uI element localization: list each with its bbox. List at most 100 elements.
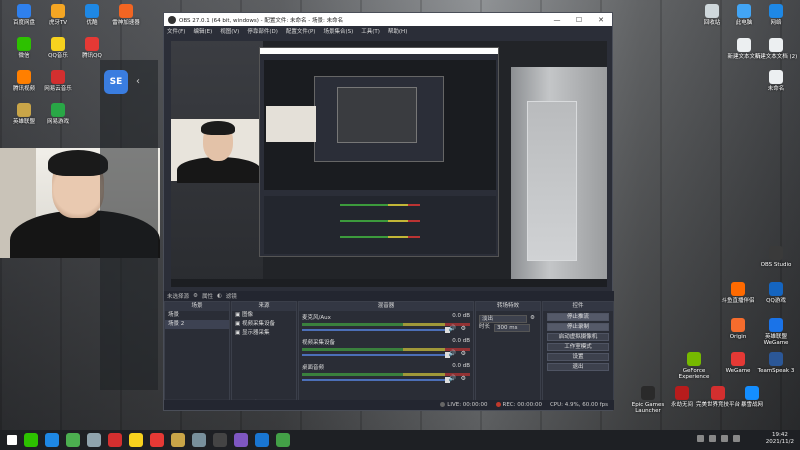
app-purple-icon[interactable] bbox=[234, 433, 248, 447]
app-green-icon[interactable] bbox=[276, 433, 290, 447]
properties-button[interactable]: 属性 bbox=[202, 292, 213, 300]
speaker-icon[interactable]: 🔊 bbox=[449, 375, 456, 382]
start-icon[interactable] bbox=[7, 435, 17, 445]
desktop-icon[interactable]: OBS Studio bbox=[754, 246, 798, 268]
gear-icon[interactable]: ⚙ bbox=[193, 293, 198, 299]
gear-icon[interactable]: ⚙ bbox=[530, 314, 535, 323]
app-badge-icon[interactable]: SE bbox=[104, 70, 128, 94]
app-icon bbox=[769, 70, 783, 84]
steam-2-icon[interactable] bbox=[192, 433, 206, 447]
source-item[interactable]: ▣ 视频采集设备 bbox=[232, 320, 296, 329]
virtual-camera-button[interactable]: 启动虚拟摄像机 bbox=[547, 333, 609, 341]
speaker-icon[interactable]: 🔊 bbox=[449, 350, 456, 357]
preview-webcam bbox=[171, 119, 261, 183]
app-icon bbox=[769, 38, 783, 52]
menu-edit[interactable]: 编辑(E) bbox=[193, 27, 212, 35]
desktop-icon[interactable]: 网易游戏 bbox=[36, 103, 80, 125]
gear-icon[interactable]: ⚙ bbox=[461, 350, 466, 357]
menu-file[interactable]: 文件(F) bbox=[167, 27, 185, 35]
transition-select[interactable]: 淡出 bbox=[479, 314, 527, 323]
settings-button[interactable]: 设置 bbox=[547, 353, 609, 361]
filters-button[interactable]: 滤镜 bbox=[226, 292, 237, 300]
netease-music-icon[interactable] bbox=[108, 433, 122, 447]
gear-icon[interactable]: ⚙ bbox=[461, 325, 466, 332]
clock[interactable]: 19:42 2021/11/2 bbox=[766, 432, 794, 446]
qq-icon[interactable] bbox=[45, 433, 59, 447]
mixer-channel: 麦克风/Aux 0.0 dB 🔊 ⚙ bbox=[299, 311, 473, 336]
scenes-header: 场景 bbox=[165, 302, 229, 311]
desktop-icon[interactable]: QQ游戏 bbox=[754, 282, 798, 304]
chevron-left-icon[interactable]: ‹ bbox=[136, 76, 140, 87]
menu-help[interactable]: 帮助(H) bbox=[388, 27, 407, 35]
volume-slider[interactable] bbox=[302, 377, 450, 383]
menu-profile[interactable]: 配置文件(P) bbox=[286, 27, 316, 35]
duration-input[interactable]: 300 ms bbox=[494, 323, 531, 332]
obs-preview[interactable] bbox=[171, 41, 607, 287]
filter-icon[interactable]: ◐ bbox=[217, 293, 222, 299]
controls-header: 控件 bbox=[543, 302, 613, 311]
app-icon bbox=[675, 386, 689, 400]
minimize-button[interactable]: — bbox=[546, 16, 568, 24]
desktop-icon[interactable]: 新建文本文档 (2) bbox=[754, 38, 798, 60]
app-icon bbox=[769, 246, 783, 260]
menu-scene-collection[interactable]: 场景集合(S) bbox=[323, 27, 353, 35]
obs-logo-icon bbox=[168, 15, 176, 24]
desktop-icon[interactable]: 雷神加速器 bbox=[104, 4, 148, 26]
desktop-icon[interactable]: 网络 bbox=[754, 4, 798, 26]
menu-view[interactable]: 视图(V) bbox=[220, 27, 239, 35]
app-icon bbox=[51, 103, 65, 117]
app-icon bbox=[119, 4, 133, 18]
desktop-icon[interactable]: 暴雪战网 bbox=[730, 386, 774, 408]
image-icon: ▣ bbox=[235, 312, 242, 318]
volume-slider[interactable] bbox=[302, 352, 450, 358]
system-tray[interactable] bbox=[697, 435, 740, 442]
exit-button[interactable]: 退出 bbox=[547, 363, 609, 371]
source-item[interactable]: ▣ 显示器采集 bbox=[232, 329, 296, 338]
desktop-icon[interactable]: 未命名 bbox=[754, 70, 798, 92]
studio-mode-button[interactable]: 工作室模式 bbox=[547, 343, 609, 351]
monitor-icon: ▣ bbox=[235, 330, 242, 336]
app-icon bbox=[711, 386, 725, 400]
preview-nested-obs bbox=[259, 47, 499, 257]
menu-docks[interactable]: 停靠部件(D) bbox=[247, 27, 278, 35]
speaker-icon[interactable]: 🔊 bbox=[449, 325, 456, 332]
obs-titlebar: OBS 27.0.1 (64 bit, windows) - 配置文件: 未命名… bbox=[164, 13, 612, 26]
desktop-icon[interactable]: GeForce Experience bbox=[672, 352, 716, 381]
app-icon bbox=[85, 4, 99, 18]
channel-name: 视频采集设备 bbox=[302, 340, 336, 346]
desktop-icon[interactable]: 网易云音乐 bbox=[36, 70, 80, 92]
source-toolbar: 未选择源 ⚙ 属性 ◐ 滤镜 bbox=[164, 291, 614, 301]
stop-recording-button[interactable]: 停止录制 bbox=[547, 323, 609, 331]
desktop-icon[interactable]: TeamSpeak 3 bbox=[754, 352, 798, 374]
no-source-selected-label: 未选择源 bbox=[167, 294, 190, 300]
menu-tools[interactable]: 工具(T) bbox=[361, 27, 380, 35]
source-item[interactable]: ▣ 图像 bbox=[232, 311, 296, 320]
app-blue-icon[interactable] bbox=[255, 433, 269, 447]
steam-icon[interactable] bbox=[87, 433, 101, 447]
rec-status: REC: 00:00:00 bbox=[495, 402, 542, 408]
mixer-channel: 桌面音频 0.0 dB 🔊 ⚙ bbox=[299, 361, 473, 386]
app-icon bbox=[17, 4, 31, 18]
obs-icon[interactable] bbox=[213, 433, 227, 447]
qq-music-icon[interactable] bbox=[129, 433, 143, 447]
scene-item[interactable]: 场景 bbox=[165, 311, 229, 320]
scene-item[interactable]: 场景 2 bbox=[165, 320, 229, 329]
app-icon bbox=[51, 70, 65, 84]
desktop-icon[interactable]: 腾讯QQ bbox=[70, 37, 114, 59]
volume-slider[interactable] bbox=[302, 327, 450, 333]
maximize-button[interactable]: ☐ bbox=[568, 16, 590, 24]
gear-icon[interactable]: ⚙ bbox=[461, 375, 466, 382]
lol-icon[interactable] bbox=[171, 433, 185, 447]
wechat-icon[interactable] bbox=[24, 433, 38, 447]
chrome-icon[interactable] bbox=[66, 433, 80, 447]
close-button[interactable]: ✕ bbox=[590, 16, 612, 24]
app-icon bbox=[705, 4, 719, 18]
game-icon[interactable] bbox=[150, 433, 164, 447]
app-icon bbox=[731, 282, 745, 296]
channel-name: 桌面音频 bbox=[302, 365, 325, 371]
stop-streaming-button[interactable]: 停止推流 bbox=[547, 313, 609, 321]
app-icon bbox=[737, 4, 751, 18]
channel-name: 麦克风/Aux bbox=[302, 315, 331, 321]
side-panel: SE ‹ bbox=[100, 60, 158, 390]
desktop-icon[interactable]: 英雄联盟WeGame bbox=[754, 318, 798, 347]
